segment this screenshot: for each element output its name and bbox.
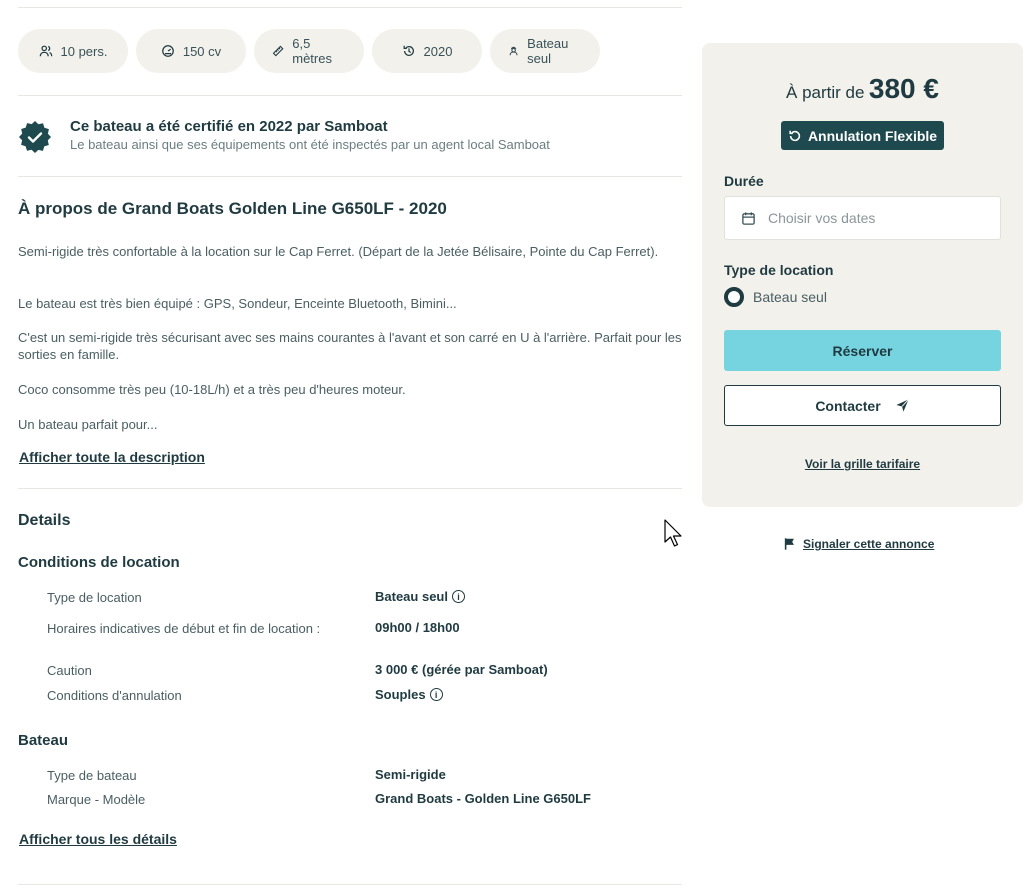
divider: [18, 176, 682, 177]
certification-title: Ce bateau a été certifié en 2022 par Sam…: [70, 118, 388, 135]
booking-card: À partir de 380 € Annulation Flexible Du…: [702, 43, 1023, 507]
detail-value-text: 3 000 € (gérée par Samboat): [375, 662, 548, 677]
history-icon: [403, 45, 414, 56]
reserve-button-label: Réserver: [832, 342, 893, 359]
detail-value-text: Souples: [375, 687, 426, 702]
contact-button[interactable]: Contacter: [724, 385, 1001, 426]
certification-subtitle: Le bateau ainsi que ses équipements ont …: [70, 137, 550, 152]
date-placeholder: Choisir vos dates: [768, 210, 876, 226]
rental-type-label: Type de location: [724, 262, 834, 278]
detail-label: Type de location: [47, 590, 142, 605]
report-listing[interactable]: Signaler cette annonce: [783, 537, 934, 551]
divider: [18, 95, 682, 96]
duration-label: Durée: [724, 173, 764, 189]
price-block: À partir de 380 €: [702, 73, 1023, 105]
contact-button-label: Contacter: [815, 397, 881, 414]
info-icon[interactable]: i: [451, 590, 465, 603]
price-grid-link-wrap: Voir la grille tarifaire: [702, 455, 1023, 473]
about-title: À propos de Grand Boats Golden Line G650…: [18, 199, 447, 218]
flag-icon: [784, 538, 794, 550]
detail-value: Semi-rigide: [375, 767, 446, 782]
description-paragraph: Un bateau parfait pour...: [18, 417, 158, 432]
detail-value-text: Semi-rigide: [375, 767, 446, 782]
report-listing-link[interactable]: Signaler cette annonce: [803, 537, 934, 551]
rental-conditions-title: Conditions de location: [18, 554, 180, 571]
calendar-icon: [742, 211, 755, 225]
show-all-details-link[interactable]: Afficher tous les détails: [19, 831, 177, 847]
detail-label: Marque - Modèle: [47, 792, 146, 807]
refresh-icon: [789, 130, 801, 141]
detail-value: Grand Boats - Golden Line G650LF: [375, 791, 591, 806]
chip-label: 150 cv: [182, 43, 222, 59]
description-paragraph: C'est un semi-rigide très sécurisant ave…: [18, 330, 682, 362]
detail-value: Souples i: [375, 687, 443, 702]
divider: [18, 7, 682, 8]
detail-value-text: Bateau seul: [375, 589, 448, 604]
people-icon: [39, 45, 52, 57]
detail-value-text: 09h00 / 18h00: [375, 620, 460, 635]
date-picker-input[interactable]: Choisir vos dates: [724, 196, 1001, 240]
description-paragraph: Coco consomme très peu (10-18L/h) et a t…: [18, 382, 406, 397]
boat-section-title: Bateau: [18, 732, 69, 749]
chip-length: 6,5 mètres: [254, 29, 364, 73]
ruler-icon: [272, 45, 284, 57]
captain-icon: [509, 46, 518, 56]
description-paragraph: Le bateau est très bien équipé : GPS, So…: [18, 296, 457, 311]
rental-type-option-label: Bateau seul: [753, 289, 827, 305]
flexible-cancellation-label: Annulation Flexible: [807, 127, 938, 144]
detail-label: Horaires indicatives de début et fin de …: [47, 621, 321, 636]
send-icon: [896, 399, 909, 412]
detail-label: Type de bateau: [47, 768, 137, 783]
detail-value-text: Grand Boats - Golden Line G650LF: [375, 791, 591, 806]
description-paragraph: Semi-rigide très confortable à la locati…: [18, 244, 659, 259]
detail-label: Conditions d'annulation: [47, 688, 182, 703]
chip-label: 6,5 mètres: [292, 36, 332, 66]
boat-features: 10 pers. 150 cv 6,5 mètres 2020 Bateau s…: [18, 29, 600, 73]
certified-badge-icon: [19, 121, 51, 153]
detail-label: Caution: [47, 663, 92, 678]
detail-value: 3 000 € (gérée par Samboat): [375, 662, 548, 677]
chip-label: 2020: [423, 43, 453, 59]
price-amount: 380 €: [868, 73, 939, 104]
show-full-description-link[interactable]: Afficher toute la description: [19, 449, 205, 465]
details-title: Details: [18, 512, 71, 529]
radio-selected[interactable]: [724, 287, 744, 307]
flexible-cancellation-badge: Annulation Flexible: [781, 121, 944, 150]
info-icon[interactable]: i: [429, 688, 443, 701]
price-prefix: À partir de: [786, 83, 865, 102]
chip-power: 150 cv: [136, 29, 246, 73]
price-grid-link[interactable]: Voir la grille tarifaire: [805, 457, 920, 471]
chip-year: 2020: [372, 29, 482, 73]
divider: [18, 884, 682, 885]
chip-label: 10 pers.: [60, 43, 108, 59]
detail-value: 09h00 / 18h00: [375, 620, 460, 635]
reserve-button[interactable]: Réserver: [724, 330, 1001, 371]
chip-label: Bateau seul: [527, 36, 569, 66]
chip-rental-type: Bateau seul: [490, 29, 600, 73]
chip-capacity: 10 pers.: [18, 29, 128, 73]
divider: [18, 488, 682, 489]
mouse-cursor-icon: [664, 519, 682, 547]
detail-value: Bateau seul i: [375, 589, 465, 604]
certification-banner: Ce bateau a été certifié en 2022 par Sam…: [18, 118, 550, 154]
engine-icon: [161, 45, 174, 57]
rental-type-option[interactable]: Bateau seul: [724, 287, 827, 307]
